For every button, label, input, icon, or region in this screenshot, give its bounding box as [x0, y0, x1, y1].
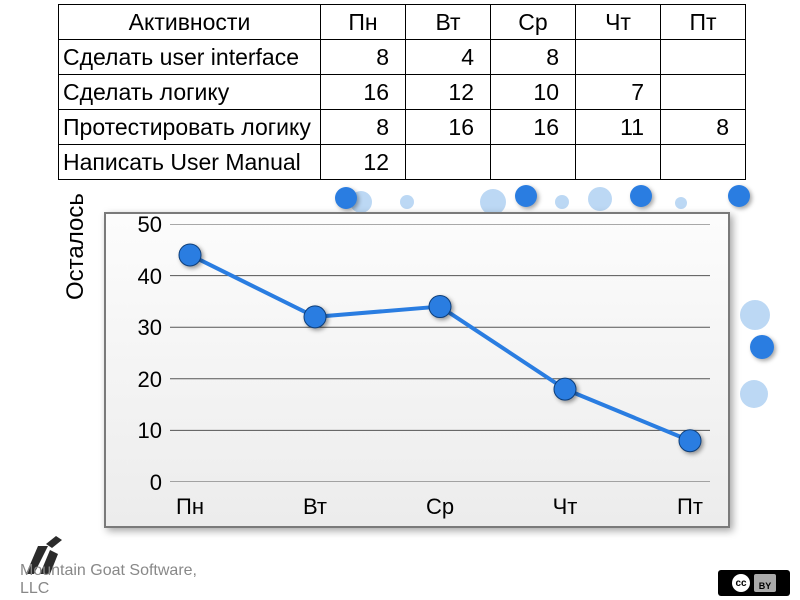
value-cell [491, 145, 576, 180]
footer-line1: Mountain Goat Software, [20, 562, 197, 579]
activities-table: Активности Пн Вт Ср Чт Пт Сделать user i… [58, 4, 746, 180]
decoration-dots-side [740, 300, 800, 500]
series-line [190, 255, 690, 441]
value-cell: 8 [321, 40, 406, 75]
activity-cell: Написать User Manual [59, 145, 321, 180]
table-row: Сделать user interface848 [59, 40, 746, 75]
value-cell [661, 145, 746, 180]
value-cell: 8 [661, 110, 746, 145]
cc-by-icon: BY [754, 574, 776, 592]
col-header-thu: Чт [576, 5, 661, 40]
activity-cell: Сделать user interface [59, 40, 321, 75]
data-point [554, 378, 576, 400]
col-header-activity: Активности [59, 5, 321, 40]
table-row: Сделать логику1612107 [59, 75, 746, 110]
footer-line2: LLC [20, 580, 49, 597]
footer-credit: Mountain Goat Software, LLC [20, 562, 197, 598]
value-cell: 16 [491, 110, 576, 145]
col-header-wed: Ср [491, 5, 576, 40]
col-header-tue: Вт [406, 5, 491, 40]
burndown-chart: 0 10 20 30 40 50 Пн Вт Ср Чт Пт [104, 212, 730, 528]
y-tick-label: 50 [132, 212, 162, 238]
value-cell: 11 [576, 110, 661, 145]
y-tick-label: 40 [132, 264, 162, 290]
value-cell [661, 40, 746, 75]
value-cell: 8 [491, 40, 576, 75]
x-tick-label: Пн [160, 494, 220, 520]
x-tick-label: Пт [660, 494, 720, 520]
value-cell: 16 [321, 75, 406, 110]
value-cell: 7 [576, 75, 661, 110]
col-header-fri: Пт [661, 5, 746, 40]
data-point [304, 306, 326, 328]
value-cell: 4 [406, 40, 491, 75]
chart-y-axis-label: Осталось [62, 193, 90, 300]
data-point [429, 296, 451, 318]
y-tick-label: 20 [132, 367, 162, 393]
value-cell [576, 40, 661, 75]
table-row: Написать User Manual12 [59, 145, 746, 180]
table-row: Протестировать логику81616118 [59, 110, 746, 145]
chart-plot-area [170, 224, 710, 482]
value-cell: 12 [406, 75, 491, 110]
value-cell [406, 145, 491, 180]
cc-icon: cc [732, 574, 750, 592]
data-point [679, 430, 701, 452]
activity-cell: Сделать логику [59, 75, 321, 110]
value-cell [576, 145, 661, 180]
x-tick-label: Чт [535, 494, 595, 520]
x-tick-label: Вт [285, 494, 345, 520]
value-cell: 12 [321, 145, 406, 180]
y-tick-label: 10 [132, 418, 162, 444]
value-cell: 10 [491, 75, 576, 110]
value-cell: 8 [321, 110, 406, 145]
value-cell [661, 75, 746, 110]
col-header-mon: Пн [321, 5, 406, 40]
y-tick-label: 30 [132, 315, 162, 341]
data-point [179, 244, 201, 266]
y-tick-label: 0 [132, 470, 162, 496]
x-tick-label: Ср [410, 494, 470, 520]
cc-badge: cc BY [718, 570, 790, 596]
activity-cell: Протестировать логику [59, 110, 321, 145]
value-cell: 16 [406, 110, 491, 145]
